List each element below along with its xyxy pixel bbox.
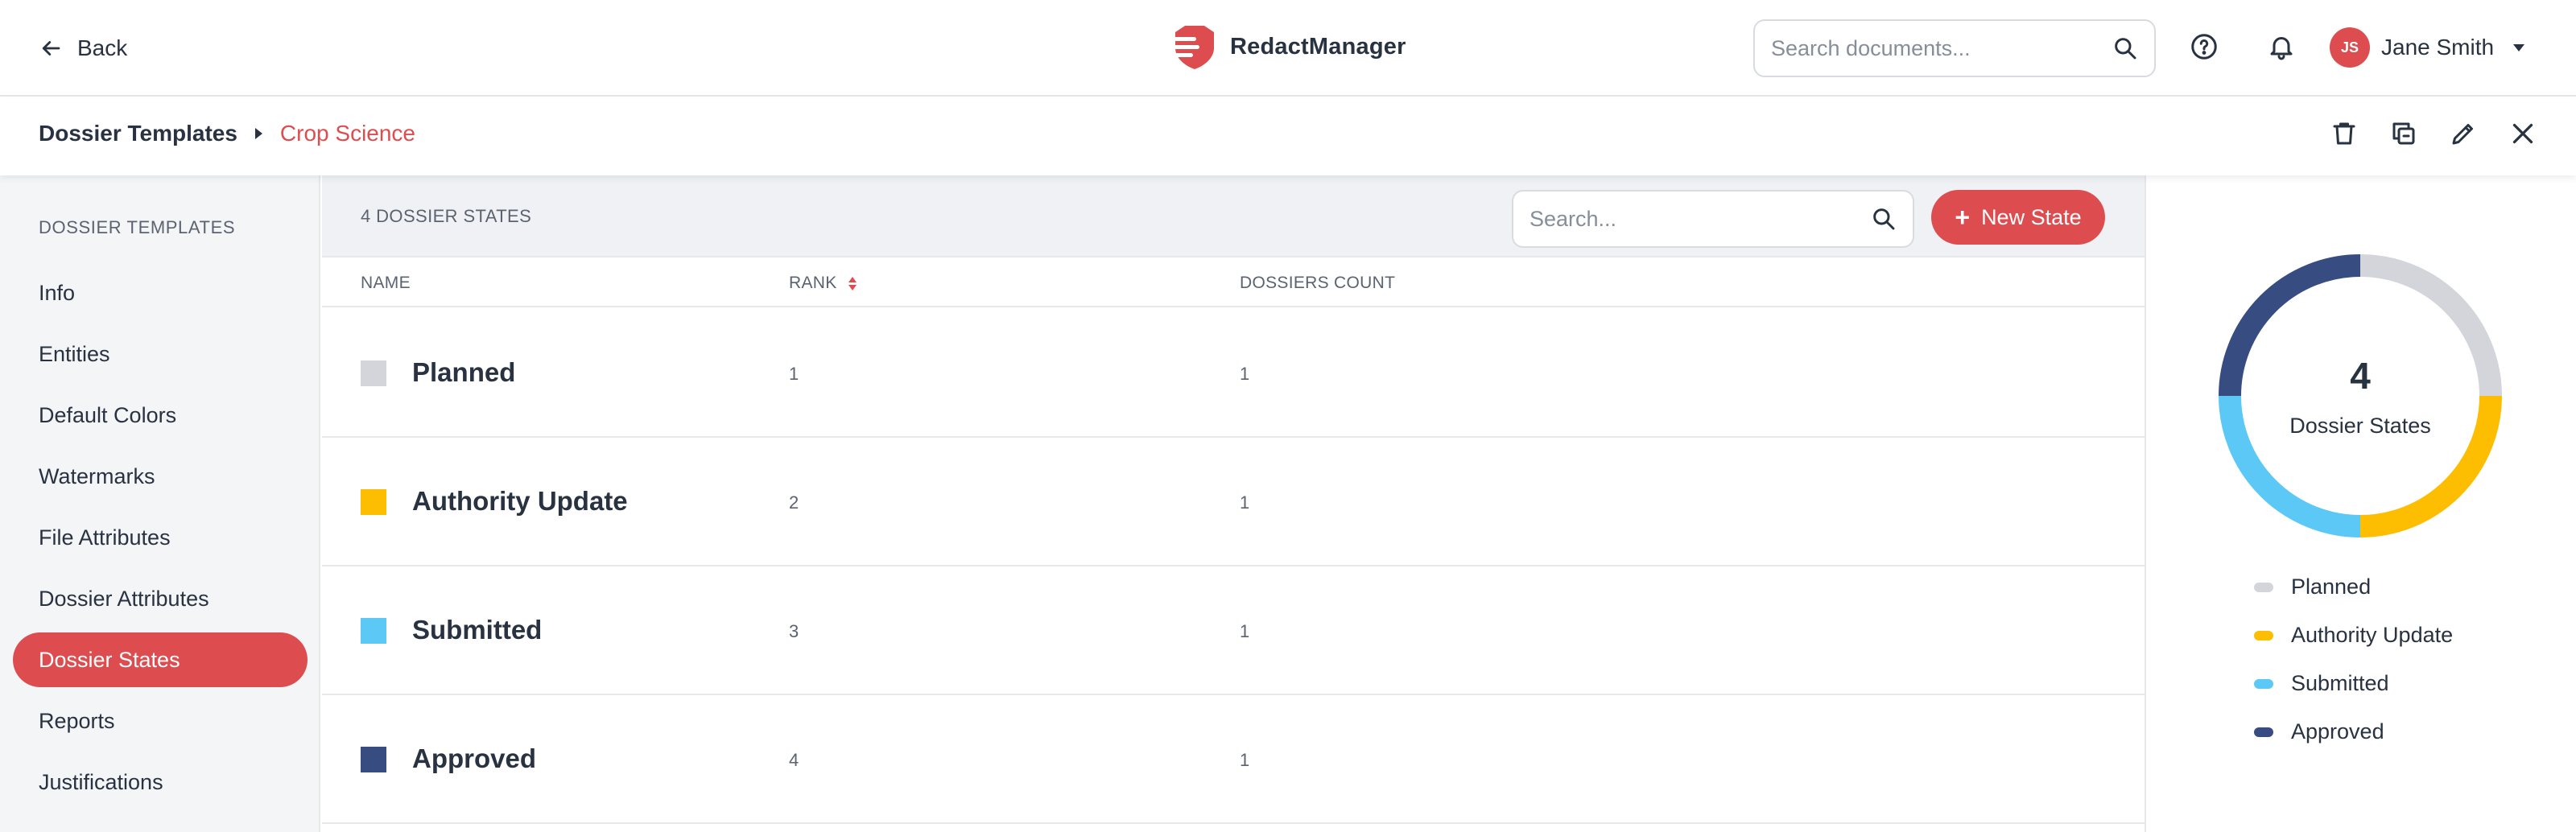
- plus-icon: +: [1955, 203, 1971, 232]
- sidebar-item-entities[interactable]: Entities: [13, 327, 308, 381]
- back-label: Back: [77, 35, 128, 60]
- app-name: RedactManager: [1230, 33, 1406, 60]
- column-header-rank[interactable]: RANK: [789, 274, 857, 293]
- breadcrumb: Dossier Templates Crop Science: [39, 121, 415, 146]
- sort-icon[interactable]: [848, 276, 857, 290]
- document-search-placeholder: Search documents...: [1771, 35, 1971, 60]
- legend-label: Approved: [2291, 719, 2384, 743]
- sidebar-heading: DOSSIER TEMPLATES: [39, 217, 236, 237]
- states-search-placeholder: Search...: [1530, 206, 1617, 231]
- legend-label: Planned: [2291, 575, 2372, 599]
- breadcrumb-current[interactable]: Crop Science: [280, 121, 415, 146]
- breadcrumb-bar: Dossier Templates Crop Science: [0, 98, 2576, 175]
- donut-total: 4: [2350, 355, 2371, 397]
- states-count-label: 4 DOSSIER STATES: [361, 206, 532, 226]
- redact-shield-logo-icon: [1172, 26, 1214, 69]
- arrow-left-icon: [42, 41, 60, 56]
- table-row[interactable]: Authority Update 2 1: [322, 438, 2145, 566]
- legend-item: Approved: [2254, 719, 2384, 744]
- avatar: JS: [2330, 27, 2370, 68]
- state-dossiers-count: 1: [1240, 750, 1250, 770]
- legend-item: Submitted: [2254, 671, 2389, 696]
- user-menu[interactable]: JS Jane Smith: [2330, 27, 2525, 68]
- copy-icon[interactable]: [2389, 119, 2418, 148]
- table-row[interactable]: Submitted 3 1: [322, 566, 2145, 695]
- column-name-label: NAME: [361, 274, 411, 292]
- sidebar-item-info[interactable]: Info: [13, 266, 308, 320]
- table-row[interactable]: Planned 1 1: [322, 309, 2145, 438]
- state-rank: 4: [789, 750, 799, 770]
- notification-bell-icon[interactable]: [2267, 32, 2296, 61]
- donut-label: Dossier States: [2289, 414, 2431, 438]
- legend-color-dot: [2254, 582, 2273, 592]
- states-summary-panel: 4 Dossier States Planned Authority Updat…: [2145, 175, 2576, 832]
- back-button[interactable]: Back: [39, 31, 127, 66]
- search-icon[interactable]: [1871, 206, 1897, 232]
- state-dossiers-count: 1: [1240, 621, 1250, 641]
- state-color-swatch: [361, 747, 386, 772]
- legend-color-dot: [2254, 678, 2273, 689]
- new-state-button[interactable]: + New State: [1931, 190, 2105, 245]
- table-toolbar: 4 DOSSIER STATES Search... + New State: [322, 175, 2145, 257]
- new-state-label: New State: [1981, 204, 2082, 229]
- app-logo[interactable]: RedactManager: [1172, 23, 1406, 71]
- top-bar: Back RedactManager Search documents... J…: [0, 0, 2576, 97]
- legend-item: Planned: [2254, 575, 2371, 599]
- legend-item: Authority Update: [2254, 623, 2453, 648]
- legend-label: Authority Update: [2291, 623, 2454, 647]
- sidebar-item-watermarks[interactable]: Watermarks: [13, 449, 308, 504]
- template-actions: [2330, 119, 2537, 148]
- breadcrumb-separator-icon: [254, 128, 262, 139]
- states-search-input[interactable]: Search...: [1512, 190, 1914, 248]
- column-header-name[interactable]: NAME: [361, 274, 411, 293]
- state-color-swatch: [361, 489, 386, 515]
- state-color-swatch: [361, 360, 386, 386]
- legend-label: Submitted: [2291, 671, 2389, 695]
- delete-icon[interactable]: [2330, 119, 2359, 148]
- breadcrumb-dossier-templates[interactable]: Dossier Templates: [39, 121, 237, 146]
- state-rank: 3: [789, 621, 799, 641]
- column-header-dossiers-count[interactable]: DOSSIERS COUNT: [1240, 274, 1395, 293]
- sidebar-item-dossier-states[interactable]: Dossier States: [13, 632, 308, 687]
- sidebar-item-file-attributes[interactable]: File Attributes: [13, 510, 308, 565]
- sidebar-item-default-colors[interactable]: Default Colors: [13, 388, 308, 443]
- user-name: Jane Smith: [2381, 35, 2495, 60]
- state-name: Submitted: [412, 615, 543, 645]
- state-name: Approved: [412, 743, 537, 773]
- table-row[interactable]: Approved 4 1: [322, 695, 2145, 824]
- legend-color-dot: [2254, 727, 2273, 737]
- state-color-swatch: [361, 618, 386, 644]
- legend-color-dot: [2254, 630, 2273, 640]
- state-name: Planned: [412, 357, 516, 387]
- sidebar-item-dossier-attributes[interactable]: Dossier Attributes: [13, 571, 308, 626]
- dossier-states-table: 4 DOSSIER STATES Search... + New State N…: [322, 175, 2145, 832]
- document-search-input[interactable]: Search documents...: [1753, 19, 2156, 77]
- column-rank-label: RANK: [789, 274, 837, 292]
- help-icon[interactable]: [2190, 32, 2219, 61]
- state-dossiers-count: 1: [1240, 492, 1250, 513]
- sidebar-item-justifications[interactable]: Justifications: [13, 755, 308, 809]
- state-dossiers-count: 1: [1240, 364, 1250, 384]
- edit-icon[interactable]: [2449, 119, 2478, 148]
- state-rank: 2: [789, 492, 799, 513]
- state-rank: 1: [789, 364, 799, 384]
- close-icon[interactable]: [2508, 119, 2537, 148]
- table-header: NAME RANK DOSSIERS COUNT: [322, 257, 2145, 307]
- sidebar-item-reports[interactable]: Reports: [13, 694, 308, 748]
- state-name: Authority Update: [412, 486, 628, 516]
- search-icon[interactable]: [2112, 35, 2138, 61]
- sidebar: DOSSIER TEMPLATES Info Entities Default …: [0, 175, 320, 832]
- column-count-label: DOSSIERS COUNT: [1240, 274, 1396, 292]
- chevron-down-icon: [2513, 43, 2525, 51]
